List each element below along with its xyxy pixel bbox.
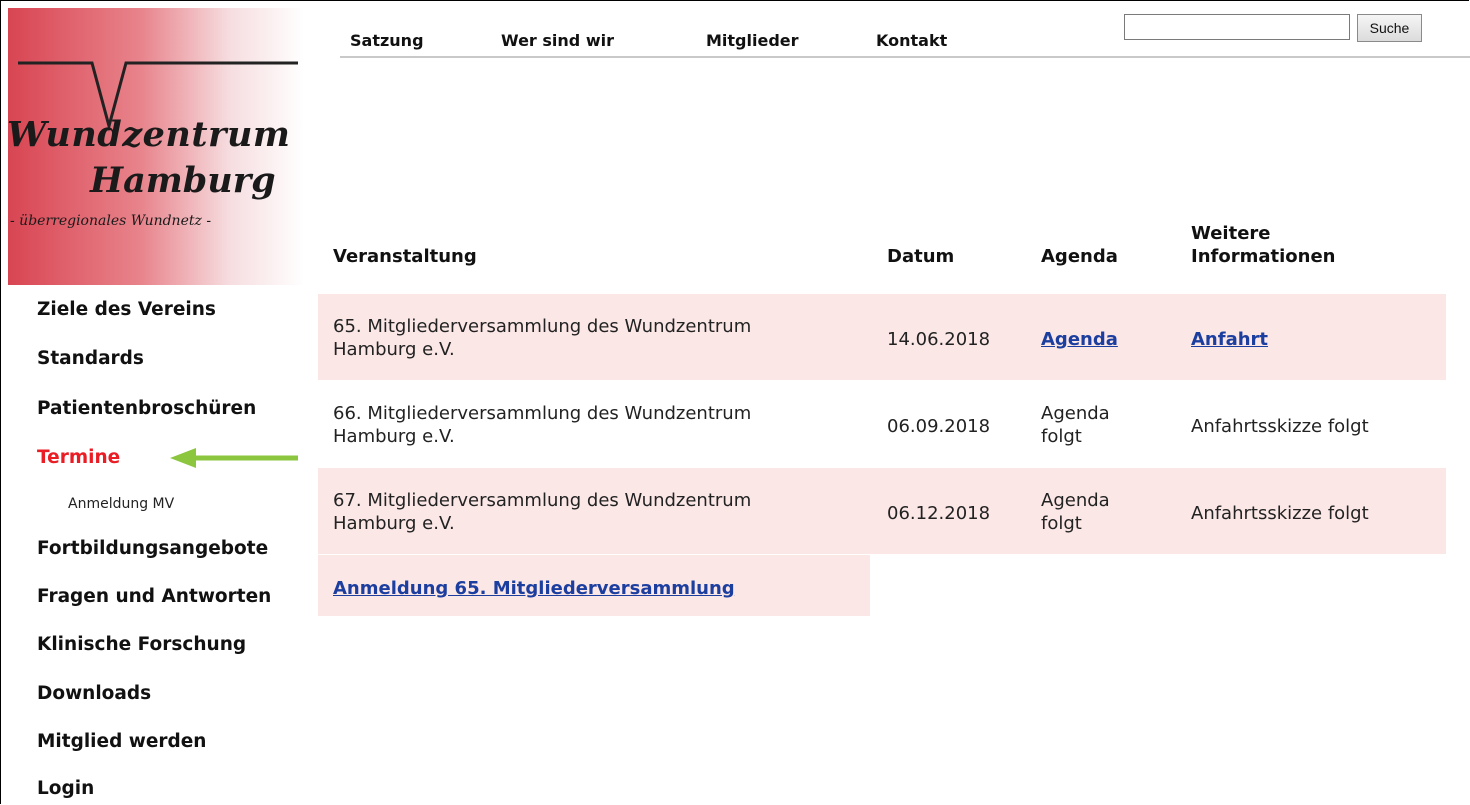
event-name-line2: Hamburg e.V. (333, 339, 455, 360)
agenda-status-line2: folgt (1041, 426, 1082, 447)
sidebar-item-klinische-forschung[interactable]: Klinische Forschung (37, 634, 246, 655)
sidebar-item-mitglied-werden[interactable]: Mitglied werden (37, 731, 206, 752)
agenda-cell: Agenda folgt (1041, 489, 1110, 535)
sidebar-subitem-anmeldung-mv[interactable]: Anmeldung MV (68, 496, 174, 512)
sidebar-item-downloads[interactable]: Downloads (37, 683, 151, 704)
column-header-datum: Datum (887, 246, 955, 267)
event-name-line2: Hamburg e.V. (333, 513, 455, 534)
event-name-line2: Hamburg e.V. (333, 426, 455, 447)
registration-link[interactable]: Anmeldung 65. Mitgliederversammlung (333, 578, 735, 599)
agenda-status-line2: folgt (1041, 513, 1082, 534)
agenda-cell: Agenda folgt (1041, 402, 1110, 448)
event-date-cell: 14.06.2018 (887, 329, 991, 350)
info-cell: Anfahrt (1191, 328, 1268, 351)
site-logo[interactable]: Wundzentrum Hamburg - überregionales Wun… (8, 8, 304, 285)
sidebar-item-patientenbroschueren[interactable]: Patientenbroschüren (37, 398, 256, 419)
column-header-weitere-informationen: Weitere Informationen (1191, 222, 1335, 268)
table-row: 67. Mitgliederversammlung des Wundzentru… (318, 468, 1446, 554)
event-name-line1: 65. Mitgliederversammlung des Wundzentru… (333, 316, 752, 337)
agenda-link[interactable]: Agenda (1041, 329, 1118, 350)
anfahrt-link[interactable]: Anfahrt (1191, 329, 1268, 350)
info-cell: Anfahrtsskizze folgt (1191, 503, 1369, 524)
column-header-veranstaltung: Veranstaltung (333, 246, 477, 267)
search-button[interactable]: Suche (1357, 14, 1422, 42)
table-row: 65. Mitgliederversammlung des Wundzentru… (318, 294, 1446, 380)
arrow-left-icon (170, 448, 298, 468)
column-header-agenda: Agenda (1041, 246, 1118, 267)
agenda-status-line1: Agenda (1041, 490, 1110, 511)
table-row: 66. Mitgliederversammlung des Wundzentru… (318, 381, 1446, 467)
logo-subtitle: - überregionales Wundnetz - (10, 213, 212, 229)
sidebar-item-fragen-und-antworten[interactable]: Fragen und Antworten (37, 586, 271, 607)
topnav-kontakt[interactable]: Kontakt (876, 31, 947, 50)
topnav-mitglieder[interactable]: Mitglieder (706, 31, 799, 50)
agenda-status-line1: Agenda (1041, 403, 1110, 424)
topnav-wer-sind-wir[interactable]: Wer sind wir (501, 31, 614, 50)
sidebar-item-ziele[interactable]: Ziele des Vereins (37, 299, 216, 320)
search-input[interactable] (1124, 14, 1350, 40)
event-date-cell: 06.12.2018 (887, 503, 991, 524)
info-cell: Anfahrtsskizze folgt (1191, 416, 1369, 437)
column-header-informationen: Informationen (1191, 246, 1336, 267)
event-name-cell: 65. Mitgliederversammlung des Wundzentru… (333, 315, 751, 361)
sidebar-item-fortbildungsangebote[interactable]: Fortbildungsangebote (37, 538, 268, 559)
event-date-cell: 06.09.2018 (887, 416, 991, 437)
column-header-weitere: Weitere (1191, 223, 1271, 244)
sidebar-item-termine[interactable]: Termine (37, 447, 120, 468)
event-name-line1: 67. Mitgliederversammlung des Wundzentru… (333, 490, 752, 511)
logo-text-hamburg: Hamburg (90, 160, 276, 201)
logo-text-wundzentrum: Wundzentrum (8, 114, 291, 155)
agenda-cell: Agenda (1041, 328, 1118, 351)
sidebar-item-login[interactable]: Login (37, 778, 94, 799)
event-name-cell: 67. Mitgliederversammlung des Wundzentru… (333, 489, 751, 535)
topnav-satzung[interactable]: Satzung (350, 31, 424, 50)
sidebar-item-standards[interactable]: Standards (37, 348, 144, 369)
event-name-cell: 66. Mitgliederversammlung des Wundzentru… (333, 402, 751, 448)
event-name-line1: 66. Mitgliederversammlung des Wundzentru… (333, 403, 752, 424)
